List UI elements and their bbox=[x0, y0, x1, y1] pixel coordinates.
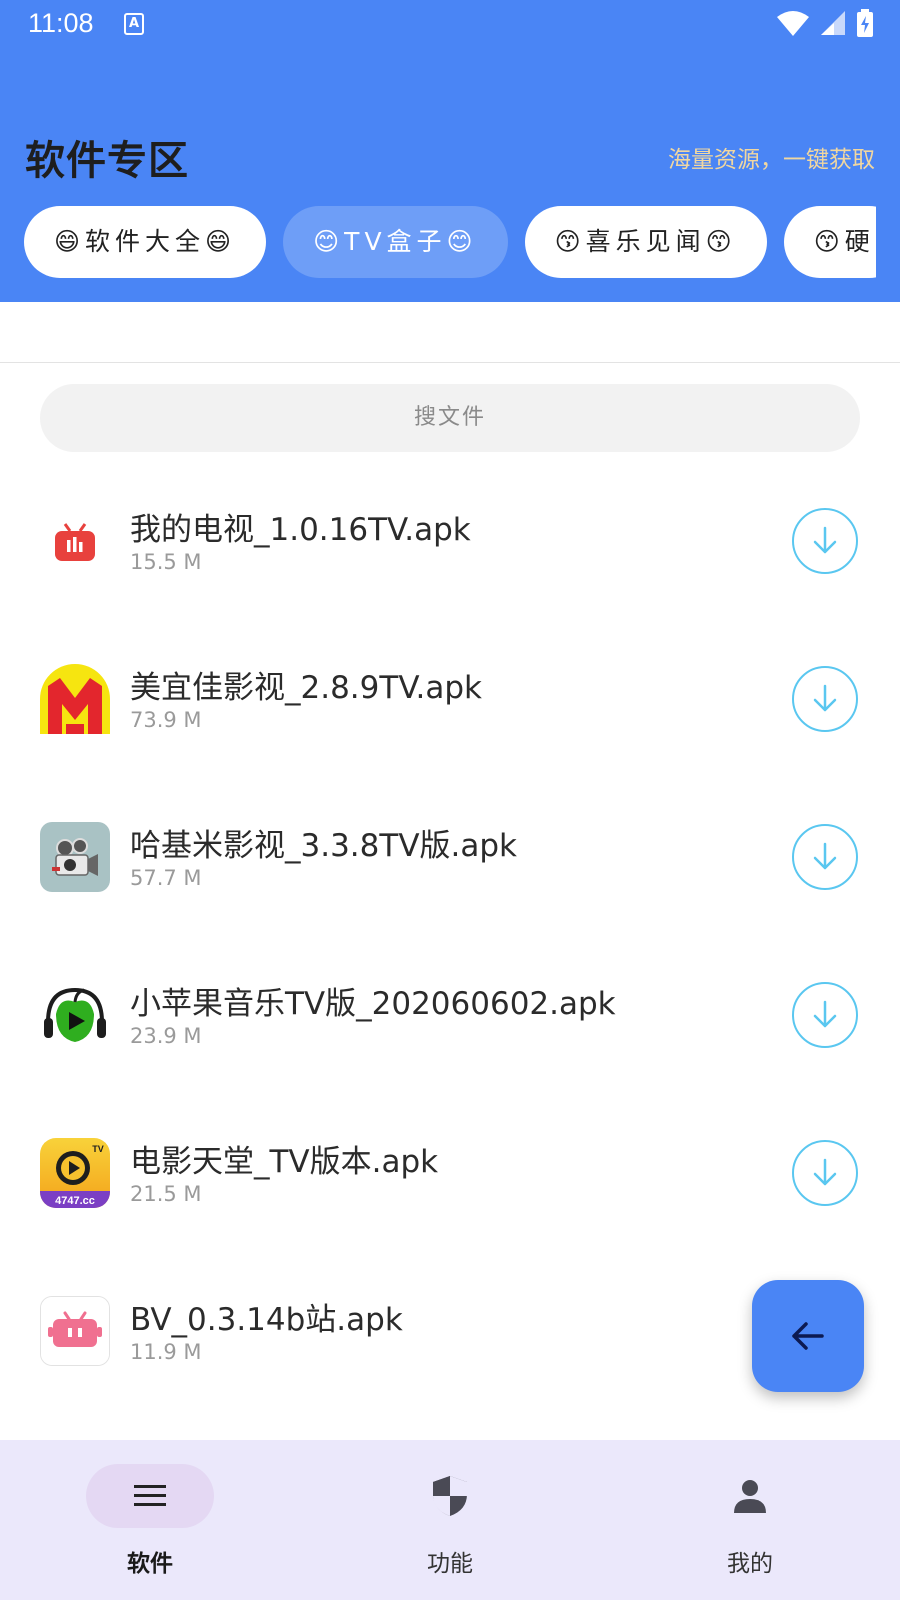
status-icons bbox=[776, 8, 874, 38]
download-arrow-icon bbox=[813, 842, 837, 870]
yellow-m-logo-icon bbox=[40, 664, 110, 734]
nav-label: 我的 bbox=[727, 1551, 773, 1577]
list-item[interactable]: 美宜佳影视_2.8.9TV.apk 73.9 M bbox=[0, 616, 900, 774]
arrow-left-icon bbox=[792, 1322, 824, 1350]
battery-charging-icon bbox=[857, 9, 873, 37]
search-input[interactable]: 搜文件 bbox=[40, 384, 860, 452]
download-arrow-icon bbox=[813, 1158, 837, 1186]
list-item[interactable]: 我的电视_1.0.16TV.apk 15.5 M bbox=[0, 458, 900, 616]
file-size: 11.9 M bbox=[130, 1340, 202, 1364]
status-time: 11:08 bbox=[28, 8, 94, 38]
file-name: 电影天堂_TV版本.apk bbox=[130, 1144, 439, 1180]
person-icon bbox=[734, 1480, 766, 1513]
download-button[interactable] bbox=[792, 824, 858, 890]
download-button[interactable] bbox=[792, 1140, 858, 1206]
chip-news[interactable]: 😙喜乐见闻😙 bbox=[524, 206, 767, 278]
film-camera-icon bbox=[40, 822, 110, 892]
list-item[interactable]: 小苹果音乐TV版_202060602.apk 23.9 M bbox=[0, 932, 900, 1090]
download-button[interactable] bbox=[792, 982, 858, 1048]
download-button[interactable] bbox=[792, 666, 858, 732]
green-apple-headphones-icon bbox=[40, 980, 110, 1050]
file-name: 美宜佳影视_2.8.9TV.apk bbox=[130, 670, 483, 706]
bilibili-tv-icon bbox=[40, 1296, 110, 1366]
shield-icon bbox=[433, 1476, 467, 1516]
chip-tv-box[interactable]: 😊TV盒子😊 bbox=[283, 206, 508, 278]
nav-label: 功能 bbox=[427, 1551, 473, 1577]
nav-icon-pill bbox=[86, 1464, 214, 1528]
download-arrow-icon bbox=[813, 684, 837, 712]
nav-icon-pill bbox=[386, 1464, 514, 1528]
download-arrow-icon bbox=[813, 526, 837, 554]
file-name: 哈基米影视_3.3.8TV版.apk bbox=[130, 828, 517, 864]
notification-icon: A bbox=[124, 13, 144, 35]
nav-item-mine[interactable]: 我的 bbox=[600, 1440, 900, 1600]
wifi-icon bbox=[777, 11, 809, 36]
menu-icon bbox=[134, 1485, 166, 1506]
brand-badge: 4747.cc bbox=[55, 1195, 95, 1207]
tv-badge: TV bbox=[92, 1144, 104, 1154]
file-name: 小苹果音乐TV版_202060602.apk bbox=[130, 986, 616, 1022]
file-size: 21.5 M bbox=[130, 1182, 202, 1206]
nav-item-features[interactable]: 功能 bbox=[300, 1440, 600, 1600]
category-chips: 😄软件大全😄 😊TV盒子😊 😙喜乐见闻😙 😙硬 bbox=[24, 206, 876, 278]
file-size: 73.9 M bbox=[130, 708, 202, 732]
file-size: 23.9 M bbox=[130, 1024, 202, 1048]
bottom-nav: 软件 功能 我的 bbox=[0, 1440, 900, 1600]
file-size: 57.7 M bbox=[130, 866, 202, 890]
chip-more[interactable]: 😙硬 bbox=[783, 206, 876, 278]
nav-item-software[interactable]: 软件 bbox=[0, 1440, 300, 1600]
page-title: 软件专区 bbox=[25, 138, 189, 184]
divider bbox=[0, 362, 900, 363]
play-4747-icon: 4747.cc TV bbox=[40, 1138, 110, 1208]
file-size: 15.5 M bbox=[130, 550, 202, 574]
nav-icon-pill bbox=[686, 1464, 814, 1528]
download-arrow-icon bbox=[813, 1000, 837, 1028]
download-button[interactable] bbox=[792, 508, 858, 574]
file-name: 我的电视_1.0.16TV.apk bbox=[130, 512, 471, 548]
tv-robot-icon bbox=[40, 506, 110, 576]
top-header: 11:08 A 软件专区 海量资源，一键获取 😄软件大全😄 😊TV盒子😊 😙喜乐… bbox=[0, 0, 900, 302]
back-fab-button[interactable] bbox=[752, 1280, 864, 1392]
list-item[interactable]: 4747.cc TV 电影天堂_TV版本.apk 21.5 M bbox=[0, 1090, 900, 1248]
list-item[interactable]: 哈基米影视_3.3.8TV版.apk 57.7 M bbox=[0, 774, 900, 932]
nav-label: 软件 bbox=[127, 1551, 173, 1577]
page-subtitle: 海量资源，一键获取 bbox=[668, 147, 875, 173]
file-name: BV_0.3.14b站.apk bbox=[130, 1302, 403, 1338]
chip-software[interactable]: 😄软件大全😄 bbox=[24, 206, 267, 278]
signal-icon bbox=[821, 11, 845, 35]
